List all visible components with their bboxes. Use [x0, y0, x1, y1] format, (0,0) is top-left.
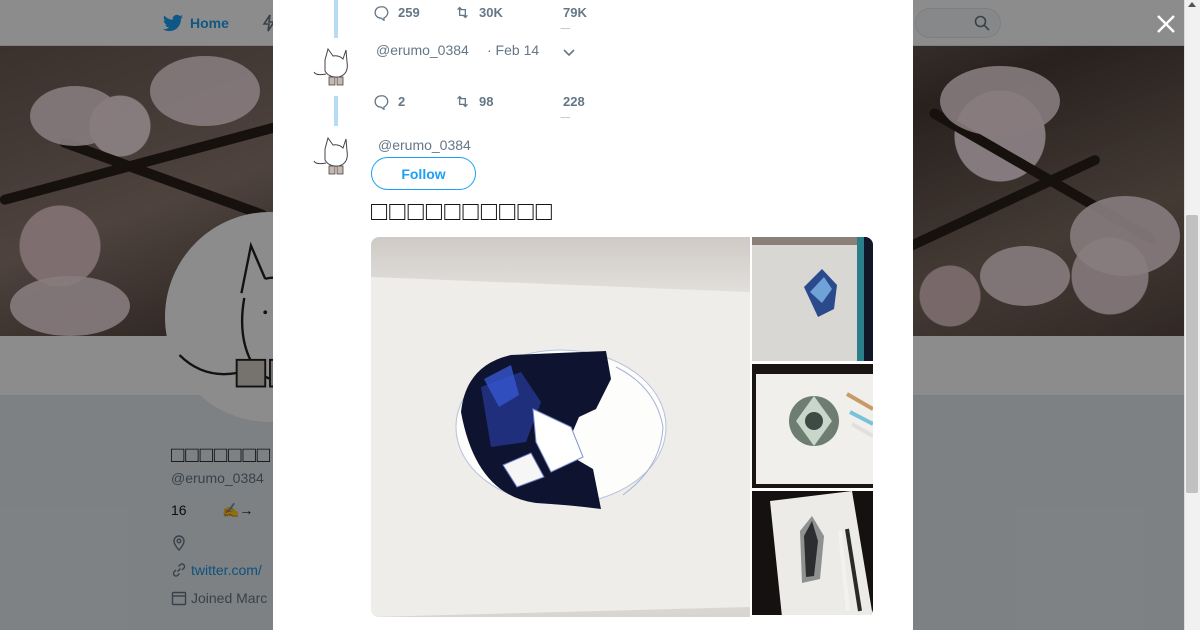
tweet-actions: 2 98 228: [373, 93, 585, 110]
retweet-icon: [457, 95, 468, 108]
media-photo[interactable]: [752, 364, 873, 488]
scroll-up-arrow-icon[interactable]: [1188, 2, 1196, 7]
tweet-timestamp[interactable]: · Feb 14: [487, 42, 539, 58]
cat-avatar-icon: [313, 136, 348, 175]
tweet-author-handle[interactable]: @erumo_0384: [376, 42, 469, 58]
tweet-author-avatar[interactable]: [311, 44, 357, 90]
like-button[interactable]: 79K: [563, 5, 587, 20]
like-count: 228: [563, 94, 585, 109]
diamond-drawing-image: [752, 364, 873, 488]
reply-button[interactable]: 2: [373, 93, 454, 110]
retweet-icon: [457, 6, 468, 19]
thread-line: [334, 96, 338, 126]
main-tweet-text: □□□□□□□□□□: [371, 196, 555, 226]
retweet-button[interactable]: 98: [454, 93, 563, 110]
media-photo[interactable]: [752, 491, 873, 615]
media-photo[interactable]: [371, 237, 750, 617]
follow-button[interactable]: Follow: [371, 157, 476, 190]
heart-icon: ~~: [560, 113, 571, 124]
quartz-drawing-image: [752, 491, 873, 615]
tweet-actions: 259 30K 79K: [373, 4, 587, 21]
retweet-button[interactable]: 30K: [454, 4, 563, 21]
retweet-count: 98: [479, 94, 494, 109]
tweet-media-grid: [371, 237, 873, 617]
gem-pencils-image: [752, 237, 873, 361]
chevron-down-icon[interactable]: [562, 45, 576, 59]
heart-icon: ~~: [560, 24, 571, 35]
retweet-count: 30K: [479, 5, 503, 20]
scrollbar-thumb[interactable]: [1186, 215, 1198, 493]
gem-drawing-image: [371, 277, 750, 617]
reply-button[interactable]: 259: [373, 4, 454, 21]
cat-avatar-icon: [313, 47, 348, 86]
reply-count: 2: [398, 94, 406, 109]
close-icon[interactable]: [1152, 10, 1180, 38]
tweet-author-avatar[interactable]: [311, 133, 357, 179]
tweet-modal: 259 30K 79K ~~ @erumo_0384 · Feb 14 2 98…: [273, 0, 913, 630]
reply-icon: [374, 6, 389, 21]
media-photo[interactable]: [752, 237, 873, 361]
thread-line: [334, 0, 338, 38]
reply-count: 259: [398, 5, 420, 20]
like-count: 79K: [563, 5, 587, 20]
main-tweet-author-handle[interactable]: @erumo_0384: [378, 137, 471, 153]
like-button[interactable]: 228: [563, 94, 585, 109]
reply-icon: [374, 95, 389, 110]
